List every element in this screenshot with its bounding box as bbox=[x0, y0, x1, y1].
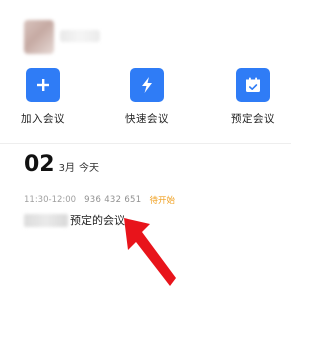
date-day: 02 bbox=[24, 152, 55, 177]
schedule-meeting-label: 预定会议 bbox=[231, 113, 275, 125]
quick-meeting-label: 快速会议 bbox=[125, 113, 169, 125]
meeting-status-badge: 待开始 bbox=[149, 196, 175, 206]
schedule-meeting-button[interactable]: 预定会议 bbox=[218, 68, 288, 126]
meeting-id: 936 432 651 bbox=[84, 195, 142, 205]
section-divider bbox=[0, 143, 291, 144]
date-header: 02 3月 今天 bbox=[24, 152, 99, 184]
meeting-time: 11:30-12:00 bbox=[24, 195, 77, 205]
red-arrow-annotation bbox=[124, 218, 176, 286]
user-name-blurred bbox=[60, 30, 100, 42]
plus-icon bbox=[26, 68, 60, 102]
avatar[interactable] bbox=[24, 20, 54, 54]
meeting-meta[interactable]: 11:30-12:00 936 432 651 待开始 bbox=[24, 194, 175, 206]
quick-meeting-button[interactable]: 快速会议 bbox=[112, 68, 182, 126]
date-month: 3月 bbox=[58, 163, 75, 174]
date-today-label: 今天 bbox=[79, 163, 99, 174]
meeting-home-screen: 加入会议 快速会议 预定会议 02 3月 今天 11:30-12:00 936 … bbox=[0, 0, 291, 345]
lightning-icon bbox=[130, 68, 164, 102]
join-meeting-button[interactable]: 加入会议 bbox=[8, 68, 78, 126]
calendar-icon bbox=[236, 68, 270, 102]
host-name-blurred bbox=[24, 213, 68, 227]
join-meeting-label: 加入会议 bbox=[21, 113, 65, 125]
